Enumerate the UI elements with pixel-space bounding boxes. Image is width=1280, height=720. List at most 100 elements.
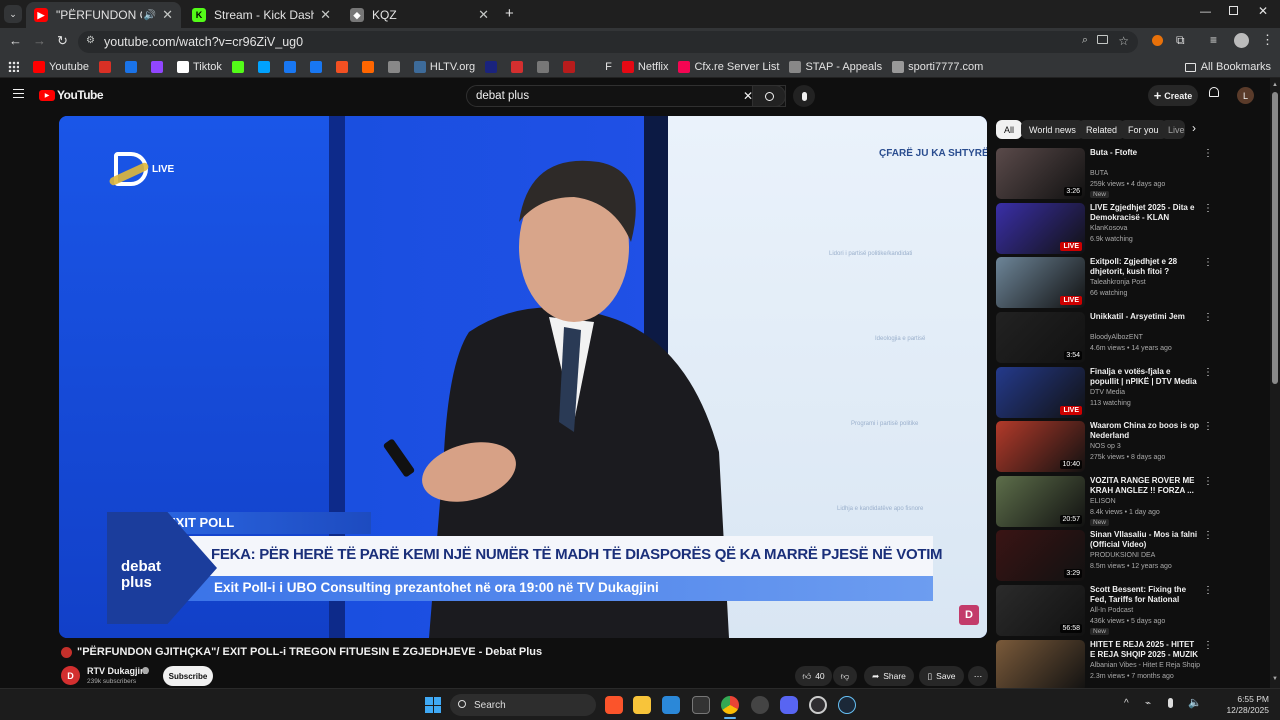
search-button[interactable]	[752, 85, 786, 107]
more-options-icon[interactable]: ⋮	[1203, 148, 1213, 159]
recommended-video[interactable]: 20:57 VOZITA RANGE ROVER ME KRAH ANGLEZ !…	[996, 476, 1216, 528]
epic-games-icon[interactable]	[692, 696, 710, 714]
bookmark-item[interactable]: STAP - Appeals	[789, 60, 882, 73]
hamburger-menu-icon[interactable]	[13, 89, 24, 98]
chip-for-you[interactable]: For you	[1120, 120, 1167, 139]
windows-start-icon[interactable]	[425, 697, 441, 713]
cast-icon[interactable]	[1097, 35, 1108, 44]
steam-icon[interactable]	[838, 696, 856, 714]
bookmark-item[interactable]	[257, 60, 274, 73]
tab-youtube-video[interactable]: ▶ "PËRFUNDON GJITHÇKA" 🔊 ✕	[26, 2, 181, 28]
chrome-menu-icon[interactable]: ⋮	[1261, 32, 1274, 48]
speaker-icon[interactable]: 🔊	[144, 10, 156, 21]
bookmark-item[interactable]	[98, 60, 115, 73]
video-thumbnail[interactable]: 3:29	[996, 530, 1085, 581]
video-title[interactable]: Sinan Vllasaliu - Mos ia falni (Official…	[1090, 530, 1200, 550]
video-thumbnail[interactable]: LIVE	[996, 203, 1085, 254]
dislike-button[interactable]: 👎︎	[833, 666, 857, 686]
recommended-video[interactable]: 3:26 Buta - Ftofte BUTA 259k views • 4 days…	[996, 148, 1216, 200]
bookmark-item[interactable]	[231, 60, 248, 73]
video-title[interactable]: HITET E REJA 2025 - HITET E REJA SHQIP 2…	[1090, 640, 1200, 660]
voice-search-button[interactable]	[793, 85, 815, 107]
account-avatar[interactable]: L	[1237, 87, 1254, 104]
recommended-video[interactable]: HITET E REJA 2025 - HITET E REJA SHQIP 2…	[996, 640, 1216, 692]
create-button[interactable]: + Create	[1148, 85, 1198, 106]
video-thumbnail[interactable]	[996, 640, 1085, 691]
bookmark-item[interactable]: Youtube	[33, 60, 89, 73]
bookmark-item[interactable]	[150, 60, 167, 73]
recommended-video[interactable]: LIVE Exitpoll: Zgjedhjet e 28 dhjetorit, …	[996, 257, 1216, 309]
bookmark-item[interactable]	[387, 60, 404, 73]
bookmark-item[interactable]: Netflix	[621, 60, 668, 73]
recommended-video[interactable]: LIVE LIVE Zgjedhjet 2025 - Dita e Demokra…	[996, 203, 1216, 255]
obs-icon[interactable]	[809, 696, 827, 714]
video-title[interactable]: Finalja e votës-fjala e popullit | nPIKË…	[1090, 367, 1200, 387]
more-options-icon[interactable]: ⋮	[1203, 640, 1213, 651]
taskbar-clock[interactable]: 6:55 PM 12/28/2025	[1225, 694, 1269, 716]
save-button[interactable]: ▯ Save	[919, 666, 964, 686]
profile-avatar[interactable]	[1234, 33, 1249, 48]
video-title[interactable]: LIVE Zgjedhjet 2025 - Dita e Demokracisë…	[1090, 203, 1200, 223]
all-bookmarks[interactable]: All Bookmarks	[1184, 61, 1271, 73]
video-title[interactable]: Waarom China zo boos is op Nederland	[1090, 421, 1200, 441]
tray-chevron-icon[interactable]: ^	[1124, 698, 1129, 709]
speaker-tray-icon[interactable]: 🔈	[1188, 696, 1202, 709]
apps-grid-icon[interactable]	[8, 61, 19, 72]
discord-icon[interactable]	[780, 696, 798, 714]
microsoft-store-icon[interactable]	[662, 696, 680, 714]
address-bar[interactable]: ⚙ youtube.com/watch?v=cr96ZiV_ug0 ⌕ ☆	[78, 31, 1138, 53]
video-title[interactable]: Unikkatil - Arsyetimi Jem	[1090, 312, 1200, 322]
more-options-icon[interactable]: ⋮	[1203, 367, 1213, 378]
more-options-icon[interactable]: ⋮	[1203, 203, 1213, 214]
more-options-icon[interactable]: ⋮	[1203, 421, 1213, 432]
brave-browser-icon[interactable]	[605, 696, 623, 714]
bookmark-item[interactable]	[537, 60, 553, 73]
bookmark-item[interactable]	[563, 60, 579, 73]
tab-kqz[interactable]: ◆ KQZ ✕	[342, 2, 497, 28]
video-thumbnail[interactable]: 3:54	[996, 312, 1085, 363]
share-button[interactable]: ➦ Share	[864, 666, 914, 686]
recommended-video[interactable]: 10:40 Waarom China zo boos is op Nederlan…	[996, 421, 1216, 473]
minimize-window-icon[interactable]: —	[1200, 6, 1211, 18]
tab-kick-dashboard[interactable]: K Stream - Kick Dashboard ✕	[184, 2, 339, 28]
close-tab-icon[interactable]: ✕	[320, 7, 331, 23]
like-button[interactable]: 👍︎ 40	[795, 666, 832, 686]
recommended-video[interactable]: 3:54 Unikkatil - Arsyetimi Jem BloodyAlboz…	[996, 312, 1216, 364]
notifications-bell-icon[interactable]	[1208, 87, 1220, 100]
close-tab-icon[interactable]: ✕	[478, 7, 489, 23]
scrollbar-thumb[interactable]	[1272, 92, 1278, 384]
bookmark-item[interactable]: Tiktok	[176, 60, 222, 73]
bookmark-item[interactable]	[283, 60, 300, 73]
bookmark-item[interactable]	[124, 60, 141, 73]
channel-name[interactable]: DTV Media	[1090, 389, 1125, 396]
chip-all[interactable]: All	[996, 120, 1023, 139]
close-window-icon[interactable]: ✕	[1258, 4, 1268, 18]
search-input[interactable]: debat plus ✕	[466, 85, 786, 107]
chip-world-news[interactable]: World news	[1021, 120, 1084, 139]
extensions-puzzle-icon[interactable]: ⧉	[1176, 33, 1185, 48]
video-player[interactable]: ÇFARË JU KA SHTYRË Lidori i partisë poli…	[59, 116, 987, 638]
page-scrollbar[interactable]: ▲ ▼	[1270, 78, 1280, 688]
scrollbar-up-icon[interactable]: ▲	[1272, 82, 1278, 88]
channel-name[interactable]: ELISON	[1090, 498, 1116, 505]
channel-name[interactable]: NOS op 3	[1090, 443, 1121, 450]
channel-name[interactable]: BUTA	[1090, 170, 1108, 177]
channel-name[interactable]: Albanian Vibes - Hitet E Reja Shqip	[1090, 662, 1200, 669]
forward-icon[interactable]: →	[33, 33, 46, 48]
channel-name[interactable]: KlanKosova	[1090, 225, 1127, 232]
restore-window-icon[interactable]	[1229, 6, 1238, 15]
back-icon[interactable]: ←	[9, 33, 22, 48]
video-title[interactable]: Exitpoll: Zgjedhjet e 28 dhjetorit, kush…	[1090, 257, 1200, 277]
more-options-icon[interactable]: ⋮	[1203, 476, 1213, 487]
channel-name[interactable]: All-In Podcast	[1090, 607, 1133, 614]
video-thumbnail[interactable]: 56:58	[996, 585, 1085, 636]
bookmark-item[interactable]: Cfx.re Server List	[678, 60, 779, 73]
bookmark-star-icon[interactable]: ☆	[1118, 34, 1129, 48]
app-icon[interactable]	[751, 696, 769, 714]
new-tab-button[interactable]: +	[505, 5, 514, 22]
network-icon[interactable]: ⌁	[1145, 698, 1151, 709]
more-options-icon[interactable]: ⋮	[1203, 585, 1213, 596]
taskbar-search-box[interactable]: Search	[450, 694, 596, 716]
zoom-icon[interactable]: ⌕	[1082, 34, 1088, 47]
reading-list-icon[interactable]: ≡	[1210, 33, 1217, 47]
